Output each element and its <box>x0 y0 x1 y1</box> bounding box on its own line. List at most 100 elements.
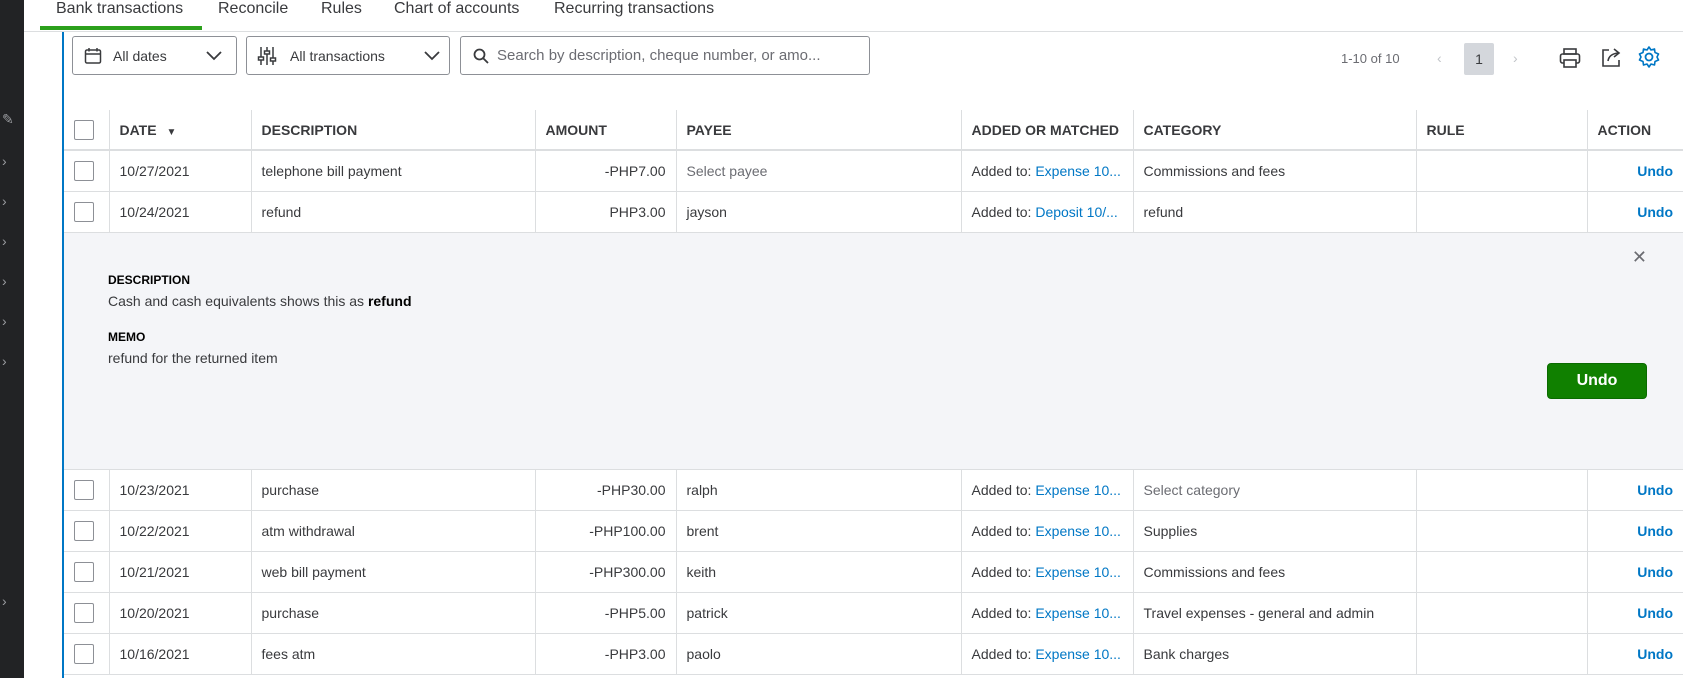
category-select[interactable]: Bank charges <box>1133 633 1417 675</box>
undo-button[interactable]: Undo <box>1547 362 1647 399</box>
matched-transaction-link[interactable]: Expense 10... <box>1035 605 1121 621</box>
column-header-category[interactable]: CATEGORY <box>1133 110 1417 151</box>
bank-transactions-table: DATE ▼ DESCRIPTION AMOUNT PAYEE ADDED OR… <box>64 110 1683 675</box>
undo-link[interactable]: Undo <box>1587 150 1683 192</box>
category-select[interactable]: Commissions and fees <box>1133 551 1417 593</box>
tab-reconcile[interactable]: Reconcile <box>218 0 288 30</box>
row-checkbox[interactable] <box>74 479 94 500</box>
row-checkbox[interactable] <box>74 643 94 664</box>
category-select[interactable]: Commissions and fees <box>1133 150 1417 192</box>
row-added-or-matched: Added to: Expense 10... <box>961 633 1134 675</box>
matched-transaction-link[interactable]: Expense 10... <box>1035 482 1121 498</box>
transaction-type-filter-dropdown[interactable]: All transactions <box>246 36 450 75</box>
chevron-right-icon[interactable]: › <box>2 314 7 328</box>
payee-select[interactable]: ralph <box>676 469 962 511</box>
category-select[interactable]: Select category <box>1133 469 1417 511</box>
payee-select[interactable]: patrick <box>676 592 962 634</box>
payee-select[interactable]: brent <box>676 510 962 552</box>
tab-bank-transactions[interactable]: Bank transactions <box>40 0 202 30</box>
category-select[interactable]: Travel expenses - general and admin <box>1133 592 1417 634</box>
row-date: 10/16/2021 <box>109 633 252 675</box>
table-row[interactable]: 10/23/2021 purchase -PHP30.00 ralph Adde… <box>64 469 1683 511</box>
column-header-rule[interactable]: RULE <box>1416 110 1588 151</box>
payee-select[interactable]: jayson <box>676 191 962 233</box>
row-added-or-matched: Added to: Expense 10... <box>961 551 1134 593</box>
table-row[interactable]: 10/16/2021 fees atm -PHP3.00 paolo Added… <box>64 633 1683 675</box>
row-description: telephone bill payment <box>251 150 536 192</box>
payee-select[interactable]: paolo <box>676 633 962 675</box>
date-filter-dropdown[interactable]: All dates <box>72 36 237 75</box>
category-select[interactable]: Supplies <box>1133 510 1417 552</box>
undo-link[interactable]: Undo <box>1587 510 1683 552</box>
table-row[interactable]: 10/22/2021 atm withdrawal -PHP100.00 bre… <box>64 510 1683 552</box>
row-date: 10/23/2021 <box>109 469 252 511</box>
chevron-right-icon[interactable]: › <box>2 154 7 168</box>
chevron-right-icon[interactable]: › <box>2 274 7 288</box>
row-amount: -PHP100.00 <box>535 510 677 552</box>
row-added-or-matched: Added to: Expense 10... <box>961 510 1134 552</box>
matched-transaction-link[interactable]: Expense 10... <box>1035 564 1121 580</box>
payee-select[interactable]: Select payee <box>676 150 962 192</box>
print-icon[interactable] <box>1559 47 1581 69</box>
detail-description-text: Cash and cash equivalents shows this as … <box>108 292 412 309</box>
table-row[interactable]: 10/27/2021 telephone bill payment -PHP7.… <box>64 150 1683 192</box>
export-icon[interactable] <box>1600 47 1622 69</box>
pagination-range: 1-10 of 10 <box>1341 51 1400 66</box>
column-header-amount[interactable]: AMOUNT <box>535 110 677 151</box>
row-rule <box>1416 150 1588 192</box>
row-added-or-matched: Added to: Expense 10... <box>961 150 1134 192</box>
tab-rules[interactable]: Rules <box>321 0 362 30</box>
row-date: 10/27/2021 <box>109 150 252 192</box>
row-rule <box>1416 469 1588 511</box>
column-header-added-or-matched[interactable]: ADDED OR MATCHED <box>961 110 1134 151</box>
chevron-left-icon[interactable]: ‹ <box>1437 50 1442 66</box>
undo-link[interactable]: Undo <box>1587 191 1683 233</box>
undo-link[interactable]: Undo <box>1587 633 1683 675</box>
payee-select[interactable]: keith <box>676 551 962 593</box>
chevron-right-icon[interactable]: › <box>2 234 7 248</box>
column-header-payee[interactable]: PAYEE <box>676 110 962 151</box>
select-all-checkbox[interactable] <box>74 119 94 140</box>
column-header-description[interactable]: DESCRIPTION <box>251 110 536 151</box>
table-row[interactable]: 10/21/2021 web bill payment -PHP300.00 k… <box>64 551 1683 593</box>
close-icon[interactable]: ✕ <box>1632 247 1647 268</box>
row-checkbox[interactable] <box>74 602 94 623</box>
table-row[interactable]: 10/20/2021 purchase -PHP5.00 patrick Add… <box>64 592 1683 634</box>
row-checkbox[interactable] <box>74 561 94 582</box>
row-description: purchase <box>251 469 536 511</box>
sliders-icon <box>257 47 277 65</box>
table-row[interactable]: 10/24/2021 refund PHP3.00 jayson Added t… <box>64 191 1683 233</box>
chevron-right-icon[interactable]: › <box>2 594 7 608</box>
category-select[interactable]: refund <box>1133 191 1417 233</box>
tab-bar: Bank transactions Reconcile Rules Chart … <box>24 0 1683 32</box>
row-description: refund <box>251 191 536 233</box>
row-checkbox[interactable] <box>74 520 94 541</box>
chevron-right-icon[interactable]: › <box>2 354 7 368</box>
page-number-button[interactable]: 1 <box>1464 43 1494 75</box>
detail-description-value: refund <box>367 292 412 309</box>
gear-icon[interactable] <box>1637 45 1661 69</box>
matched-transaction-link[interactable]: Expense 10... <box>1035 523 1121 539</box>
calendar-icon <box>84 48 102 64</box>
undo-link[interactable]: Undo <box>1587 469 1683 511</box>
row-date: 10/21/2021 <box>109 551 252 593</box>
sort-desc-icon: ▼ <box>166 126 177 138</box>
matched-transaction-link[interactable]: Expense 10... <box>1035 646 1121 662</box>
chevron-right-icon[interactable]: › <box>2 194 7 208</box>
matched-transaction-link[interactable]: Expense 10... <box>1035 163 1121 179</box>
row-amount: PHP3.00 <box>535 191 677 233</box>
tab-chart-of-accounts[interactable]: Chart of accounts <box>394 0 519 30</box>
search-input[interactable]: Search by description, cheque number, or… <box>460 36 870 75</box>
tab-recurring-transactions[interactable]: Recurring transactions <box>554 0 714 30</box>
row-checkbox[interactable] <box>74 201 94 222</box>
chevron-right-icon[interactable]: › <box>1513 50 1518 66</box>
undo-link[interactable]: Undo <box>1587 551 1683 593</box>
row-amount: -PHP7.00 <box>535 150 677 192</box>
matched-transaction-link[interactable]: Deposit 10/... <box>1035 204 1118 220</box>
row-checkbox[interactable] <box>74 160 94 181</box>
pencil-icon[interactable]: ✎ <box>2 112 14 126</box>
row-date: 10/24/2021 <box>109 191 252 233</box>
undo-link[interactable]: Undo <box>1587 592 1683 634</box>
row-rule <box>1416 191 1588 233</box>
column-header-date[interactable]: DATE ▼ <box>109 110 252 151</box>
